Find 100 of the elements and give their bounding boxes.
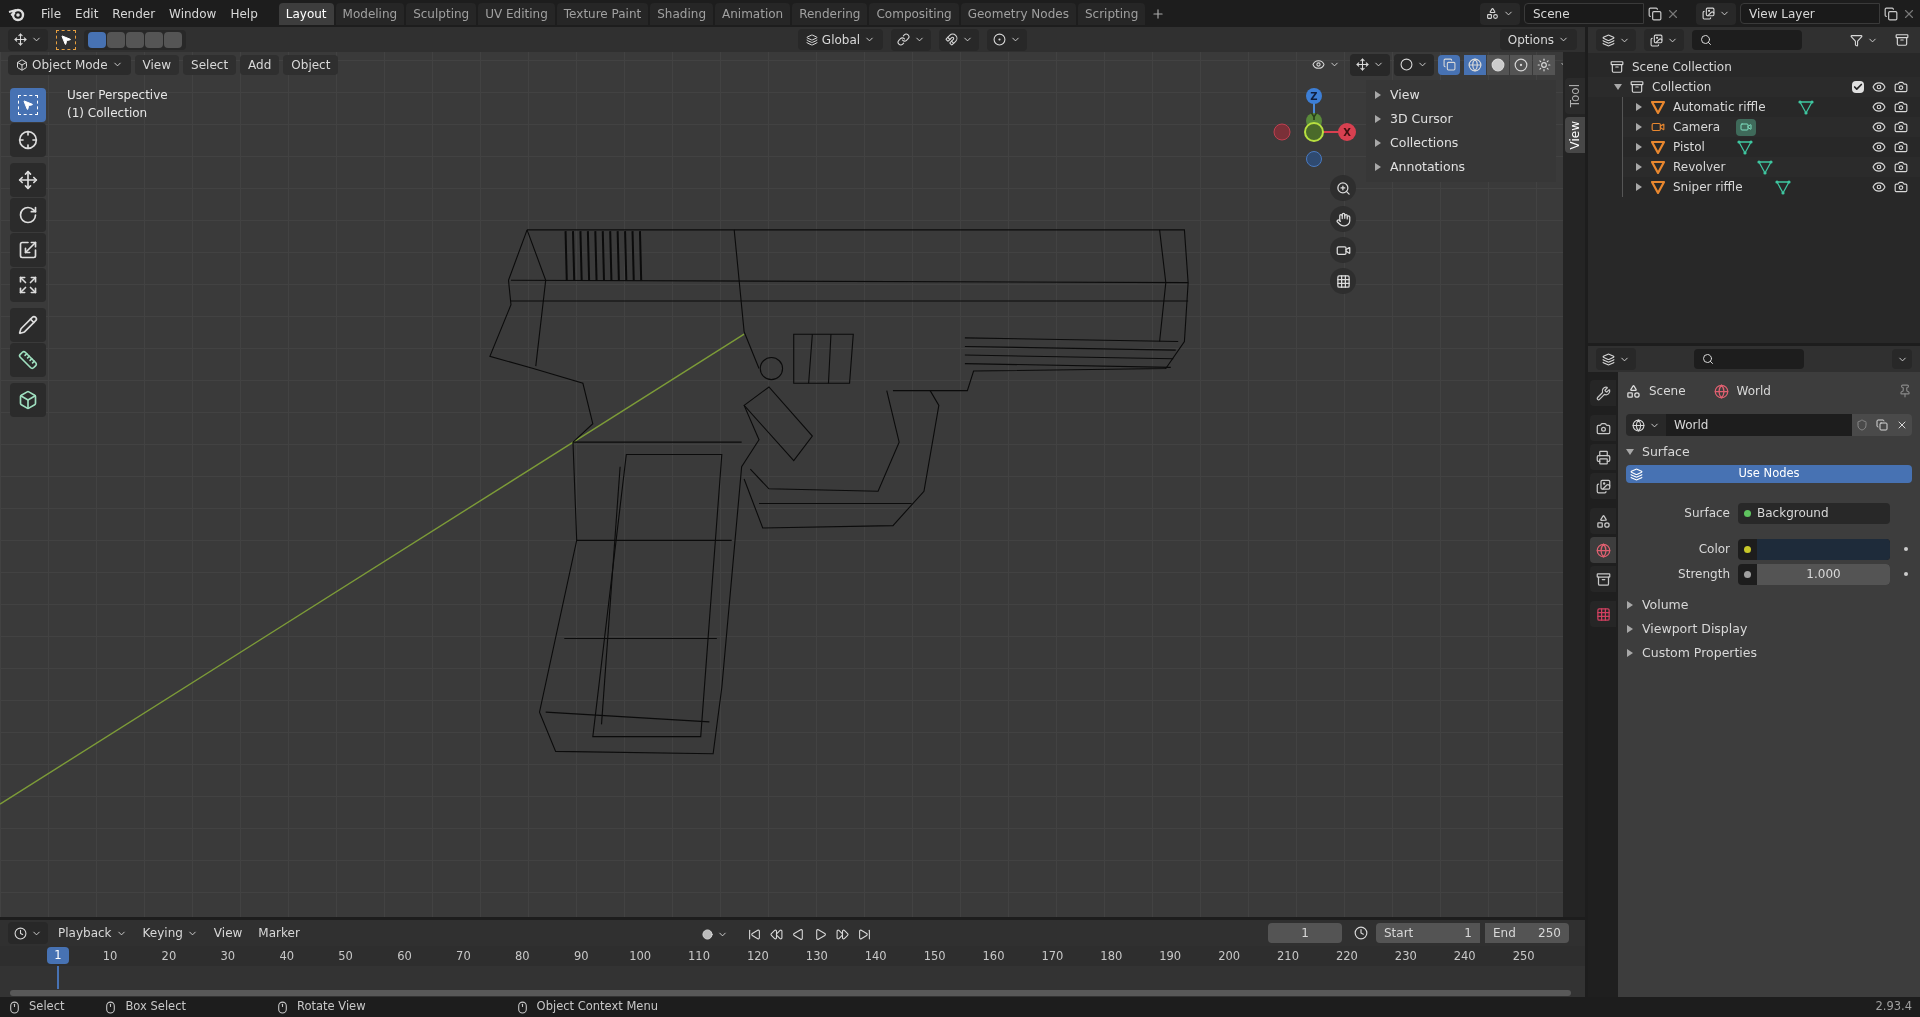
timeline-menu[interactable]: Playback	[52, 923, 133, 943]
eye-icon[interactable]	[1872, 140, 1886, 154]
panel-header[interactable]: Surface	[1642, 442, 1690, 462]
mesh-data-icon[interactable]	[1774, 179, 1791, 195]
camera-icon[interactable]	[1894, 180, 1908, 194]
tool-button[interactable]	[10, 308, 46, 342]
end-frame-field[interactable]: End 250	[1485, 923, 1569, 943]
menu-item[interactable]: Help	[223, 2, 265, 25]
breadcrumb-item[interactable]: Scene	[1649, 382, 1686, 400]
unlink-button[interactable]	[1892, 414, 1912, 436]
copy-icon[interactable]	[1648, 6, 1662, 21]
use-nodes-button[interactable]: Use Nodes	[1626, 465, 1912, 483]
camera-view-button[interactable]	[1330, 237, 1356, 263]
menu-item[interactable]: Render	[105, 2, 163, 25]
editor-type-dropdown[interactable]	[8, 28, 48, 51]
breadcrumb-item[interactable]: World	[1736, 382, 1771, 400]
mesh-data-icon[interactable]	[1736, 139, 1753, 155]
display-mode-dropdown[interactable]	[1644, 29, 1684, 51]
editor-type-dropdown[interactable]	[1596, 348, 1636, 370]
tool-button[interactable]	[10, 88, 46, 122]
view-menu-item[interactable]: Object	[283, 54, 339, 75]
panel-header[interactable]: View	[1390, 85, 1420, 105]
tool-button[interactable]	[10, 383, 46, 417]
pan-button[interactable]	[1330, 206, 1356, 232]
tree-item[interactable]: Sniper riffle	[1673, 178, 1743, 196]
mesh-data-icon[interactable]	[1797, 99, 1814, 115]
camera-data-icon[interactable]	[1736, 118, 1757, 136]
expand-arrow-icon[interactable]	[1635, 103, 1643, 111]
current-frame-field[interactable]: 1	[1268, 923, 1342, 943]
sidebar-tab[interactable]: View	[1565, 117, 1585, 153]
tool-button[interactable]	[10, 268, 46, 302]
perspective-button[interactable]	[1330, 268, 1356, 294]
search-field[interactable]	[1692, 30, 1802, 50]
pin-icon[interactable]	[1898, 384, 1912, 398]
shading-mode-button[interactable]	[1487, 54, 1509, 75]
tree-item[interactable]: Scene Collection	[1632, 58, 1732, 76]
shading-mode-button[interactable]	[1533, 54, 1555, 75]
properties-tab[interactable]	[1590, 380, 1616, 406]
panel-header[interactable]: Volume	[1642, 595, 1689, 615]
expand-arrow-icon[interactable]	[1635, 183, 1643, 191]
pivot-dropdown[interactable]	[891, 28, 932, 51]
panel-header[interactable]: Viewport Display	[1642, 619, 1748, 639]
world-name-field[interactable]: World	[1666, 414, 1852, 436]
timeline-menu[interactable]: View	[207, 923, 249, 943]
clock-icon[interactable]	[1354, 926, 1368, 940]
workspace-tab[interactable]: Texture Paint	[556, 2, 649, 25]
eye-icon[interactable]	[1872, 80, 1886, 94]
select-tool-icon[interactable]	[56, 29, 76, 50]
copy-icon[interactable]	[1884, 6, 1898, 21]
tool-button[interactable]	[10, 123, 46, 157]
workspace-tab[interactable]: Compositing	[869, 2, 959, 25]
expand-arrow-icon[interactable]	[1374, 91, 1382, 99]
tree-item[interactable]: Revolver	[1673, 158, 1726, 176]
workspace-tab[interactable]: UV Editing	[478, 2, 555, 25]
panel-header[interactable]: Custom Properties	[1642, 643, 1758, 663]
view-layer-field[interactable]: View Layer	[1740, 3, 1880, 24]
properties-tab[interactable]	[1590, 415, 1616, 441]
expand-arrow-icon[interactable]	[1626, 448, 1634, 456]
expand-arrow-icon[interactable]	[1626, 649, 1634, 657]
workspace-tab[interactable]: Modeling	[335, 2, 405, 25]
timeline-menu[interactable]: Keying	[136, 923, 204, 943]
eye-icon[interactable]	[1872, 100, 1886, 114]
tool-button[interactable]	[10, 233, 46, 267]
expand-arrow-icon[interactable]	[1614, 83, 1622, 91]
mode-dropdown[interactable]: Object Mode	[8, 54, 131, 75]
options-dropdown[interactable]: Options	[1499, 29, 1577, 50]
gizmo-toggle[interactable]	[1350, 53, 1390, 76]
eye-icon[interactable]	[1872, 160, 1886, 174]
camera-icon[interactable]	[1894, 140, 1908, 154]
view-menu-item[interactable]: View	[134, 54, 180, 75]
start-frame-field[interactable]: Start 1	[1376, 923, 1480, 943]
add-workspace-icon[interactable]	[1151, 6, 1166, 21]
tool-button[interactable]	[10, 343, 46, 377]
checkbox[interactable]	[1852, 81, 1864, 93]
expand-arrow-icon[interactable]	[1635, 123, 1643, 131]
tool-button[interactable]	[10, 163, 46, 197]
editor-type-dropdown[interactable]	[1596, 29, 1636, 51]
expand-arrow-icon[interactable]	[1374, 115, 1382, 123]
camera-icon[interactable]	[1894, 80, 1908, 94]
view-menu-item[interactable]: Add	[240, 54, 280, 75]
orientation-dropdown[interactable]: Global	[797, 29, 884, 50]
selection-mode-group[interactable]	[84, 29, 186, 50]
tree-item[interactable]: Automatic riffle	[1673, 98, 1766, 116]
camera-icon[interactable]	[1894, 100, 1908, 114]
search-field[interactable]	[1694, 349, 1804, 369]
xray-toggle[interactable]	[1438, 54, 1460, 75]
navigation-gizmo-drawing[interactable]	[1273, 88, 1356, 167]
proportional-dropdown[interactable]	[987, 28, 1028, 51]
shading-mode-button[interactable]	[1464, 54, 1486, 75]
snap-dropdown[interactable]	[939, 28, 980, 51]
properties-tab[interactable]	[1590, 508, 1616, 534]
menu-item[interactable]: File	[34, 2, 69, 25]
menu-item[interactable]: Edit	[68, 2, 106, 25]
expand-arrow-icon[interactable]	[1374, 139, 1382, 147]
scene-type-dropdown[interactable]	[1480, 2, 1520, 25]
tree-item[interactable]: Collection	[1652, 78, 1712, 96]
expand-arrow-icon[interactable]	[1626, 601, 1634, 609]
tool-button[interactable]	[10, 198, 46, 232]
editor-type-dropdown[interactable]	[8, 922, 48, 944]
workspace-tab[interactable]: Animation	[715, 2, 791, 25]
